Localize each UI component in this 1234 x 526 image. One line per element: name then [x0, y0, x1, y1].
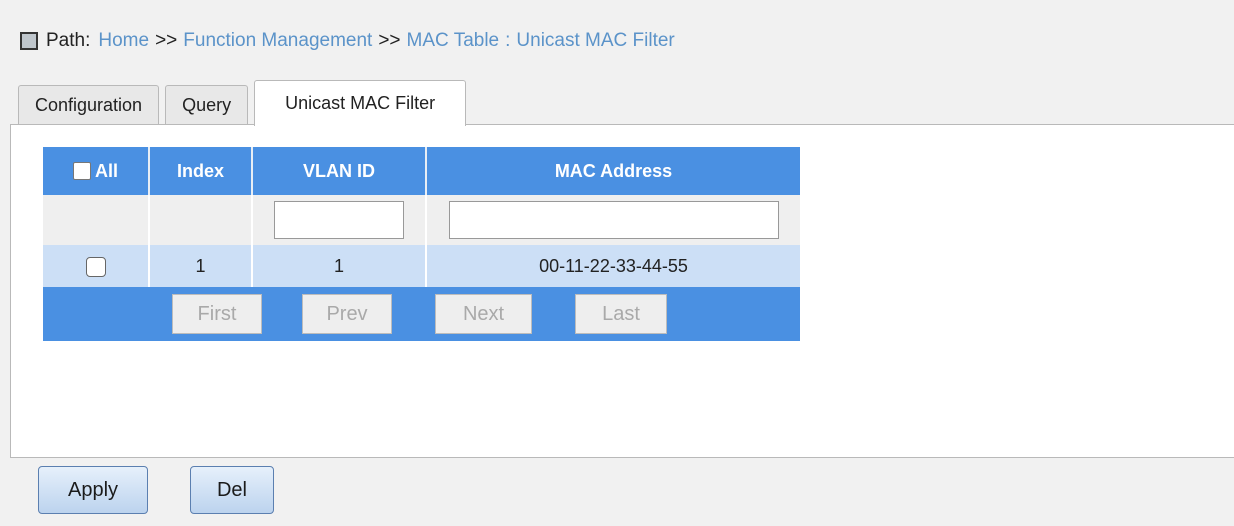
mac-filter-table: All Index VLAN ID MAC Address 1 1 00-11-… [43, 147, 800, 341]
breadcrumb-separator: >> [378, 30, 401, 51]
breadcrumb-function-management[interactable]: Function Management [183, 30, 372, 52]
header-index: Index [149, 147, 253, 195]
tab-query[interactable]: Query [165, 85, 249, 125]
del-button[interactable]: Del [190, 466, 274, 514]
tab-bar: Configuration Query Unicast MAC Filter [18, 77, 472, 126]
row-checkbox[interactable] [85, 256, 106, 277]
select-all-label: All [94, 160, 118, 181]
row-vlan-id: 1 [252, 245, 427, 287]
tab-unicast-mac-filter[interactable]: Unicast MAC Filter [254, 80, 467, 126]
tab-configuration[interactable]: Configuration [18, 85, 160, 125]
breadcrumb-mac-table[interactable]: MAC Table [407, 30, 500, 52]
filter-input-row [43, 195, 800, 245]
breadcrumb-separator: >> [155, 30, 178, 51]
breadcrumb-colon: : [505, 30, 511, 51]
header-vlan-id: VLAN ID [252, 147, 427, 195]
mac-address-input[interactable] [448, 201, 779, 239]
table-row: 1 1 00-11-22-33-44-55 [43, 245, 800, 287]
first-page-button[interactable]: First [172, 294, 262, 334]
breadcrumb-unicast-mac-filter[interactable]: Unicast MAC Filter [516, 30, 674, 52]
breadcrumb-home[interactable]: Home [98, 30, 149, 52]
apply-button[interactable]: Apply [38, 466, 148, 514]
path-label: Path: [46, 30, 91, 51]
row-index: 1 [149, 245, 253, 287]
next-page-button[interactable]: Next [435, 294, 532, 334]
page-square-icon [20, 32, 38, 50]
last-page-button[interactable]: Last [575, 294, 667, 334]
header-mac-address: MAC Address [426, 147, 800, 195]
header-all: All [43, 147, 150, 195]
content-panel: All Index VLAN ID MAC Address 1 1 00-11-… [10, 124, 1234, 458]
breadcrumb: Path: Home >> Function Management >> MAC… [20, 26, 675, 56]
pager-row: First Prev Next Last [43, 287, 800, 341]
vlan-id-input[interactable] [274, 201, 404, 239]
row-mac-address: 00-11-22-33-44-55 [426, 245, 800, 287]
select-all-checkbox[interactable] [72, 162, 91, 181]
prev-page-button[interactable]: Prev [302, 294, 392, 334]
